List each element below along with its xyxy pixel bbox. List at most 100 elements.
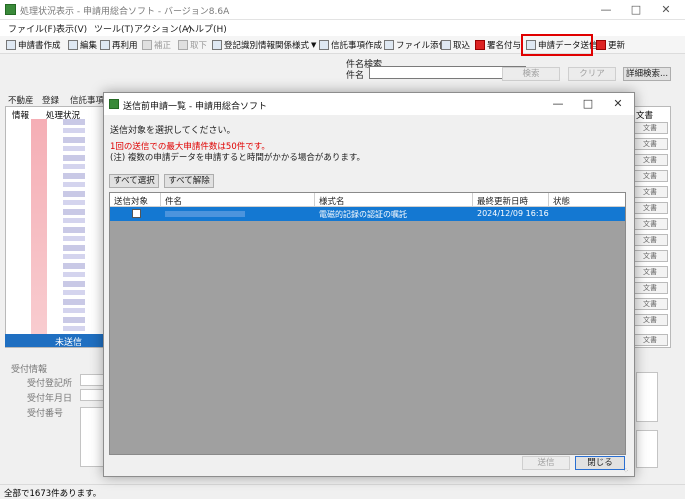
document-cell[interactable]: 文書 (632, 298, 668, 310)
selected-row-status: 未送信 (55, 338, 83, 348)
table-row[interactable]: 電磁的記録の認証の嘱託 2024/12/09 16:16 (110, 207, 625, 221)
dialog-maximize-icon[interactable]: □ (577, 97, 599, 110)
main-title-bar: 処理状況表示 - 申請用総合ソフト - バージョン8.6A — □ ✕ (0, 0, 685, 20)
document-cell[interactable]: 文書 (632, 266, 668, 278)
send-button[interactable]: 送信 (522, 456, 570, 470)
menu-action[interactable]: アクション(A) (134, 22, 192, 35)
tab-trust[interactable]: 信託事項 (70, 94, 104, 106)
highlight-box (521, 34, 593, 56)
document-cell[interactable]: 文書 (632, 334, 668, 346)
clear-button[interactable]: クリア (568, 67, 616, 81)
minimize-icon[interactable]: — (594, 2, 618, 18)
document-cell[interactable]: 文書 (632, 138, 668, 150)
dialog-title-bar: 送信前申請一覧 - 申請用総合ソフト — □ ✕ (104, 93, 634, 115)
column-subject[interactable]: 件名 (165, 195, 182, 207)
app-icon (5, 4, 16, 15)
maximize-icon[interactable]: □ (624, 2, 648, 18)
amend-icon (142, 40, 152, 50)
pre-send-list-dialog: 送信前申請一覧 - 申請用総合ソフト — □ ✕ 送信対象を選択してください。 … (103, 92, 635, 477)
list-header-info: 情報 (12, 111, 30, 121)
deselect-all-button[interactable]: すべて解除 (164, 174, 214, 188)
receipt-info-label: 受付情報 (11, 365, 48, 375)
close-icon[interactable]: ✕ (654, 2, 678, 18)
edit-icon (68, 40, 78, 50)
column-status[interactable]: 状態 (553, 195, 570, 207)
registration-id-forms-button[interactable]: 登記識別情報関係様式 ▼ (212, 38, 316, 52)
search-field-label: 件名 (346, 71, 365, 81)
menu-tools[interactable]: ツール(T) (94, 22, 134, 35)
application-list[interactable]: 情報 処理状況 (5, 106, 105, 348)
document-cell[interactable]: 文書 (632, 314, 668, 326)
dialog-minimize-icon[interactable]: — (547, 97, 569, 110)
document-cell[interactable]: 文書 (632, 170, 668, 182)
tab-registration[interactable]: 登録 (42, 94, 59, 106)
menu-view[interactable]: 表示(V) (56, 22, 87, 35)
application-grid[interactable]: 送信対象 件名 様式名 最終更新日時 状態 電磁的記録の認証の嘱託 2024/1… (109, 192, 626, 455)
column-separator (314, 193, 315, 207)
grid-header: 送信対象 件名 様式名 最終更新日時 状態 (110, 193, 625, 207)
attach-icon (384, 40, 394, 50)
sign-button[interactable]: 署名付与 (475, 38, 521, 52)
create-application-button[interactable]: 申請書作成 (6, 38, 61, 52)
withdraw-icon (178, 40, 188, 50)
document-icon (212, 40, 222, 50)
document-cell[interactable]: 文書 (632, 250, 668, 262)
receipt-office-label: 受付登記所 (27, 379, 73, 389)
window-title: 処理状況表示 - 申請用総合ソフト - バージョン8.6A (20, 7, 230, 17)
resize-grip-icon[interactable]: ⁘ (623, 467, 629, 475)
receipt-number-label: 受付番号 (27, 409, 64, 419)
document-cell[interactable]: 文書 (632, 234, 668, 246)
column-separator (472, 193, 473, 207)
dialog-close-icon[interactable]: ✕ (607, 97, 629, 110)
column-send-target[interactable]: 送信対象 (114, 195, 148, 207)
column-form-name[interactable]: 様式名 (319, 195, 345, 207)
select-all-button[interactable]: すべて選択 (109, 174, 159, 188)
blurred-rows (63, 119, 85, 347)
tab-real-estate[interactable]: 不動産 (8, 94, 34, 106)
amend-button[interactable]: 補正 (142, 38, 171, 52)
document-column-header: 文書 (636, 111, 654, 121)
document-cell[interactable]: 文書 (632, 218, 668, 230)
import-icon (441, 40, 451, 50)
blurred-subject (165, 211, 245, 217)
edit-button[interactable]: 編集 (68, 38, 97, 52)
document-cell[interactable]: 文書 (632, 282, 668, 294)
status-text: 全部で1673件あります。 (4, 489, 102, 499)
row-last-updated: 2024/12/09 16:16 (477, 209, 549, 218)
row-form-name: 電磁的記録の認証の嘱託 (319, 210, 407, 219)
status-bar: 全部で1673件あります。 (0, 484, 685, 499)
menu-file[interactable]: ファイル(F) (8, 22, 56, 35)
column-separator (548, 193, 549, 207)
refresh-button[interactable]: 更新 (596, 38, 625, 52)
column-last-updated[interactable]: 最終更新日時 (477, 195, 528, 207)
dialog-note: (注) 複数の申請データを申請すると時間がかかる場合があります。 (110, 153, 365, 163)
document-cell[interactable]: 文書 (632, 186, 668, 198)
side-panel-box (636, 372, 658, 422)
document-cell[interactable]: 文書 (632, 202, 668, 214)
search-button[interactable]: 検索 (502, 67, 560, 81)
send-target-checkbox[interactable] (132, 209, 141, 218)
trust-items-button[interactable]: 信託事項作成 (319, 38, 382, 52)
refresh-icon (596, 40, 606, 50)
trust-icon (319, 40, 329, 50)
dialog-app-icon (109, 99, 119, 109)
reuse-icon (100, 40, 110, 50)
close-button[interactable]: 閉じる (575, 456, 625, 470)
menu-help[interactable]: ヘルプ(H) (186, 22, 227, 35)
document-cell[interactable]: 文書 (632, 154, 668, 166)
column-separator (160, 193, 161, 207)
side-panel-box-2 (636, 430, 658, 468)
create-icon (6, 40, 16, 50)
reuse-button[interactable]: 再利用 (100, 38, 138, 52)
import-button[interactable]: 取込 (441, 38, 470, 52)
detail-search-button[interactable]: 詳細検索... (623, 67, 671, 81)
receipt-office-field (80, 374, 104, 386)
receipt-date-label: 受付年月日 (27, 394, 73, 404)
attach-file-button[interactable]: ファイル添付 (384, 38, 447, 52)
dropdown-arrow-icon: ▼ (311, 41, 317, 49)
dialog-instruction: 送信対象を選択してください。 (110, 126, 236, 136)
withdraw-button[interactable]: 取下 (178, 38, 207, 52)
status-color-column (31, 119, 47, 347)
list-selected-row[interactable]: 未送信 (5, 334, 105, 348)
document-cell[interactable]: 文書 (632, 122, 668, 134)
